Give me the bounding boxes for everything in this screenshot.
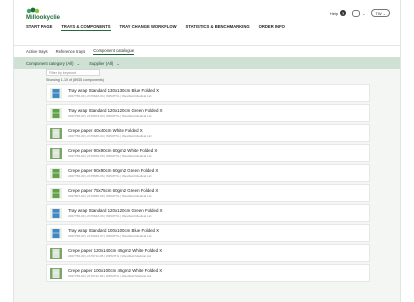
component-category-label: Component category (All): [26, 60, 74, 66]
component-list: Tray wrap Standard 130x130cm Blue Folded…: [46, 84, 370, 282]
component-row[interactable]: Crepe paper 100x100cm 45gm2 White Folded…: [46, 264, 370, 282]
user-menu[interactable]: TW ⌄: [371, 9, 390, 17]
component-info: Crepe paper 100x100cm 45gm2 White Folded…: [68, 268, 162, 279]
top-right-controls: Help ? ⌄ TW ⌄: [330, 9, 390, 17]
filter-bar: Component category (All) ⌄ Supplier (All…: [14, 57, 400, 69]
component-name: Crepe paper 40x40cm White Folded X: [68, 127, 143, 133]
component-row[interactable]: Tray wrap Standard 130x130cm Blue Folded…: [46, 84, 370, 102]
supplier-filter[interactable]: Supplier (All) ⌄: [89, 61, 120, 66]
tab-reference-trays[interactable]: Reference trays: [56, 49, 86, 54]
component-info: Tray wrap Standard 130x130cm Blue Folded…: [68, 88, 159, 99]
component-meta: 2027756-00 | 2176645-04 | WPAHTG | Westf…: [68, 134, 152, 139]
component-info: Tray wrap Standard 100x100cm Blue Folded…: [68, 228, 159, 239]
grid-menu[interactable]: ⌄: [352, 9, 366, 17]
component-thumbnail: [50, 87, 62, 99]
component-meta: 2027756-00 | 2176643-06 | WPAHTG | Westf…: [68, 214, 152, 219]
chevron-down-icon: ⌄: [362, 10, 366, 16]
component-meta: 2027756-00 | 2176643-07 | WPAHTG | Westf…: [68, 234, 152, 239]
logo[interactable]: Millookyclie: [26, 7, 60, 23]
component-name: Crepe paper 90x90cm 60gm2 White Folded X: [68, 147, 158, 153]
chevron-down-icon: ⌄: [76, 60, 81, 66]
component-info: Crepe paper 40x40cm White Folded X 20277…: [68, 128, 151, 139]
results-count: Showing 1-10 of (8935 components): [46, 78, 104, 82]
user-initials: TW: [375, 10, 382, 16]
app-frame: Millookyclie Help ? ⌄ TW ⌄ START PAGE TR…: [13, 0, 401, 302]
supplier-label: Supplier (All): [89, 60, 114, 66]
help-label: Help: [329, 10, 339, 16]
component-name: Tray wrap Standard 120x120cm Green Folde…: [68, 107, 163, 113]
component-meta: 2027756-00 | 2176535-06 | WPAHTG | Westf…: [68, 174, 152, 179]
component-info: Tray wrap Standard 120x120cm Green Folde…: [68, 208, 163, 219]
component-meta: 2027756-00 | 2176643-04 | WPAHTG | Westf…: [68, 94, 152, 99]
main-nav: START PAGE TRAYS & COMPONENTS TRAY CHANG…: [26, 24, 285, 31]
component-info: Crepe paper 90x90cm 60gm2 Green Folded X…: [68, 168, 158, 179]
component-thumbnail: [50, 187, 62, 199]
component-thumbnail: [50, 267, 62, 279]
catalogue-content: Filter by keyword Showing 1-10 of (8935 …: [46, 69, 370, 284]
tab-component-catalogue[interactable]: Component catalogue: [93, 48, 135, 55]
component-name: Crepe paper 90x90cm 60gm2 Green Folded X: [68, 167, 159, 173]
component-row[interactable]: Crepe paper 90x90cm 60gm2 Green Folded X…: [46, 164, 370, 182]
help-link[interactable]: Help ?: [329, 10, 347, 16]
keyword-filter-input[interactable]: Filter by keyword: [46, 69, 100, 76]
logo-mark-icon: [26, 7, 40, 14]
component-row[interactable]: Crepe paper 75x75cm 60gm2 Green Folded X…: [46, 184, 370, 202]
component-thumbnail: [50, 147, 62, 159]
chevron-down-icon: ⌄: [116, 60, 120, 66]
component-name: Crepe paper 75x75cm 60gm2 Green Folded X: [68, 187, 159, 193]
component-category-filter[interactable]: Component category (All) ⌄: [26, 61, 80, 66]
component-name: Tray wrap Standard 130x130cm Blue Folded…: [68, 87, 160, 93]
component-meta: 2027756-00 | 2176711-05 | WPAHTG | Westf…: [68, 254, 152, 259]
tab-active-trays[interactable]: Active trays: [26, 49, 48, 54]
component-name: Tray wrap Standard 120x120cm Green Folde…: [68, 207, 163, 213]
grid-icon: [352, 9, 361, 17]
component-info: Crepe paper 75x75cm 60gm2 Green Folded X…: [68, 188, 158, 199]
component-meta: 2027756-00 | 2176874-03 | WPAHTG | Westf…: [68, 114, 152, 119]
component-row[interactable]: Tray wrap Standard 120x120cm Green Folde…: [46, 204, 370, 222]
component-row[interactable]: Crepe paper 120x140cm 45gm2 White Folded…: [46, 244, 370, 262]
nav-item-tray-change-workflow[interactable]: TRAY CHANGE WORKFLOW: [120, 24, 177, 31]
component-info: Crepe paper 120x140cm 45gm2 White Folded…: [68, 248, 162, 259]
question-circle-icon: ?: [340, 10, 347, 16]
component-thumbnail: [50, 167, 62, 179]
nav-item-statistics[interactable]: STATISTICS & BENCHMARKING: [186, 24, 250, 31]
component-row[interactable]: Tray wrap Standard 120x120cm Green Folde…: [46, 104, 370, 122]
component-thumbnail: [50, 247, 62, 259]
component-name: Crepe paper 100x100cm 45gm2 White Folded…: [68, 267, 163, 273]
component-thumbnail: [50, 207, 62, 219]
component-name: Crepe paper 120x140cm 45gm2 White Folded…: [68, 247, 163, 253]
component-meta: 2027756-00 | 2176711-06 | WPAHTG | Westf…: [68, 274, 152, 279]
component-meta: 2027807-00 | 2176845-05 | WPAHTG | Westf…: [68, 194, 152, 199]
component-row[interactable]: Tray wrap Standard 100x100cm Blue Folded…: [46, 224, 370, 242]
component-thumbnail: [50, 227, 62, 239]
component-row[interactable]: Crepe paper 40x40cm White Folded X 20277…: [46, 124, 370, 142]
nav-item-trays-components[interactable]: TRAYS & COMPONENTS: [61, 24, 111, 31]
nav-item-order-info[interactable]: ORDER INFO: [259, 24, 285, 31]
component-thumbnail: [50, 127, 62, 139]
chevron-down-icon: ⌄: [382, 10, 386, 16]
sub-navigation: Active trays Reference trays Component c…: [14, 45, 400, 57]
component-info: Tray wrap Standard 120x120cm Green Folde…: [68, 108, 163, 119]
header: Millookyclie Help ? ⌄ TW ⌄ START PAGE TR…: [14, 0, 400, 45]
component-name: Tray wrap Standard 100x100cm Blue Folded…: [68, 227, 160, 233]
logo-text: Millookyclie: [26, 15, 61, 21]
component-meta: 2027756-00 | 2176534-05 | WPAHTG | Westf…: [68, 154, 152, 159]
component-info: Crepe paper 90x90cm 60gm2 White Folded X…: [68, 148, 157, 159]
nav-item-start-page[interactable]: START PAGE: [26, 24, 52, 31]
component-row[interactable]: Crepe paper 90x90cm 60gm2 White Folded X…: [46, 144, 370, 162]
component-thumbnail: [50, 107, 62, 119]
